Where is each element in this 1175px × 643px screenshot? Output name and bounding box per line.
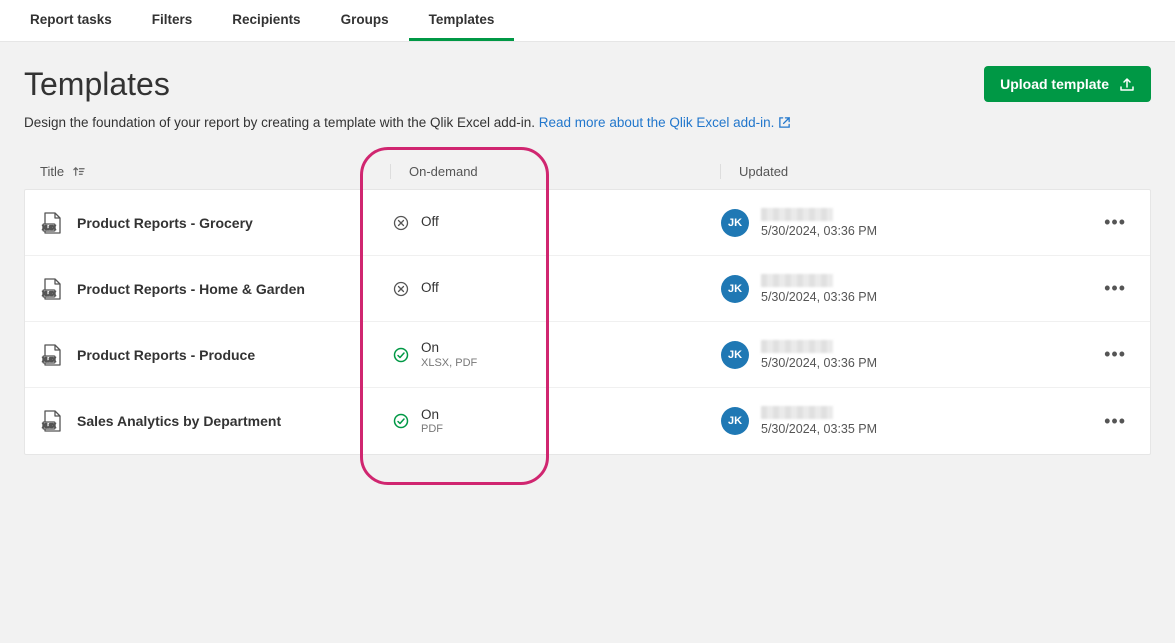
- row-ondemand-cell: Off: [391, 280, 721, 296]
- xlsx-file-icon: XLSX: [41, 343, 63, 367]
- more-actions-button[interactable]: •••: [1096, 208, 1134, 237]
- page-content: Templates Upload template Design the fou…: [0, 42, 1175, 455]
- updated-timestamp: 5/30/2024, 03:35 PM: [761, 422, 877, 436]
- template-title: Product Reports - Produce: [77, 347, 255, 363]
- tab-filters[interactable]: Filters: [132, 0, 213, 41]
- row-actions-cell: •••: [1061, 274, 1134, 303]
- xlsx-file-icon: XLSX: [41, 211, 63, 235]
- upload-template-label: Upload template: [1000, 76, 1109, 92]
- status-formats: PDF: [421, 423, 443, 435]
- template-title: Sales Analytics by Department: [77, 413, 281, 429]
- xlsx-file-icon: XLSX: [41, 409, 63, 433]
- avatar: JK: [721, 209, 749, 237]
- avatar: JK: [721, 341, 749, 369]
- row-title-cell: XLSX Product Reports - Grocery: [41, 211, 391, 235]
- column-header-ondemand[interactable]: On-demand: [390, 164, 720, 179]
- table-row[interactable]: XLSX Product Reports - Produce OnXLSX, P…: [25, 322, 1150, 388]
- description-text: Design the foundation of your report by …: [24, 115, 539, 130]
- xlsx-file-icon: XLSX: [41, 277, 63, 301]
- tab-groups[interactable]: Groups: [321, 0, 409, 41]
- row-actions-cell: •••: [1061, 407, 1134, 436]
- page-description: Design the foundation of your report by …: [24, 115, 1151, 132]
- column-header-title[interactable]: Title: [40, 164, 390, 179]
- status-off-icon: [393, 281, 409, 297]
- tab-report-tasks[interactable]: Report tasks: [10, 0, 132, 41]
- svg-text:XLSX: XLSX: [42, 424, 56, 430]
- row-title-cell: XLSX Sales Analytics by Department: [41, 409, 391, 433]
- row-ondemand-cell: Off: [391, 214, 721, 230]
- more-actions-button[interactable]: •••: [1096, 340, 1134, 369]
- updated-timestamp: 5/30/2024, 03:36 PM: [761, 290, 877, 304]
- template-title: Product Reports - Grocery: [77, 215, 253, 231]
- row-actions-cell: •••: [1061, 340, 1134, 369]
- table-header: Title On-demand Updated: [24, 154, 1151, 189]
- external-link-icon: [778, 116, 791, 132]
- avatar: JK: [721, 275, 749, 303]
- row-updated-cell: JK 5/30/2024, 03:36 PM: [721, 340, 1061, 370]
- templates-table: Title On-demand Updated XLSX Product Rep…: [24, 154, 1151, 455]
- more-actions-button[interactable]: •••: [1096, 407, 1134, 436]
- user-name-redacted: [761, 274, 833, 287]
- table-row[interactable]: XLSX Sales Analytics by Department OnPDF…: [25, 388, 1150, 454]
- read-more-link[interactable]: Read more about the Qlik Excel add-in.: [539, 115, 775, 130]
- tab-recipients[interactable]: Recipients: [212, 0, 320, 41]
- page-header: Templates Upload template: [24, 66, 1151, 103]
- upload-icon: [1119, 76, 1135, 92]
- more-actions-button[interactable]: •••: [1096, 274, 1134, 303]
- status-off-icon: [393, 215, 409, 231]
- svg-text:XLSX: XLSX: [42, 357, 56, 363]
- column-title-label: Title: [40, 164, 64, 179]
- tab-templates[interactable]: Templates: [409, 0, 515, 41]
- upload-template-button[interactable]: Upload template: [984, 66, 1151, 102]
- row-actions-cell: •••: [1061, 208, 1134, 237]
- avatar: JK: [721, 407, 749, 435]
- column-header-updated[interactable]: Updated: [720, 164, 1060, 179]
- row-updated-cell: JK 5/30/2024, 03:36 PM: [721, 274, 1061, 304]
- table-body: XLSX Product Reports - Grocery Off JK 5/30…: [24, 189, 1151, 455]
- row-ondemand-cell: OnPDF: [391, 407, 721, 435]
- updated-timestamp: 5/30/2024, 03:36 PM: [761, 224, 877, 238]
- page-title: Templates: [24, 66, 170, 103]
- user-name-redacted: [761, 340, 833, 353]
- table-row[interactable]: XLSX Product Reports - Home & Garden Off…: [25, 256, 1150, 322]
- updated-timestamp: 5/30/2024, 03:36 PM: [761, 356, 877, 370]
- table-row[interactable]: XLSX Product Reports - Grocery Off JK 5/30…: [25, 190, 1150, 256]
- user-name-redacted: [761, 208, 833, 221]
- row-updated-cell: JK 5/30/2024, 03:36 PM: [721, 208, 1061, 238]
- status-label: On: [421, 407, 443, 423]
- user-name-redacted: [761, 406, 833, 419]
- status-formats: XLSX, PDF: [421, 357, 477, 369]
- status-label: On: [421, 340, 477, 356]
- row-title-cell: XLSX Product Reports - Produce: [41, 343, 391, 367]
- row-updated-cell: JK 5/30/2024, 03:35 PM: [721, 406, 1061, 436]
- svg-text:XLSX: XLSX: [42, 291, 56, 297]
- row-ondemand-cell: OnXLSX, PDF: [391, 340, 721, 368]
- nav-tabs: Report tasksFiltersRecipientsGroupsTempl…: [0, 0, 1175, 42]
- status-label: Off: [421, 214, 439, 230]
- row-title-cell: XLSX Product Reports - Home & Garden: [41, 277, 391, 301]
- template-title: Product Reports - Home & Garden: [77, 281, 305, 297]
- status-label: Off: [421, 280, 439, 296]
- svg-text:XLSX: XLSX: [42, 225, 56, 231]
- column-updated-label: Updated: [739, 164, 788, 179]
- status-on-icon: [393, 347, 409, 363]
- column-ondemand-label: On-demand: [409, 164, 478, 179]
- status-on-icon: [393, 413, 409, 429]
- sort-icon: [72, 165, 85, 178]
